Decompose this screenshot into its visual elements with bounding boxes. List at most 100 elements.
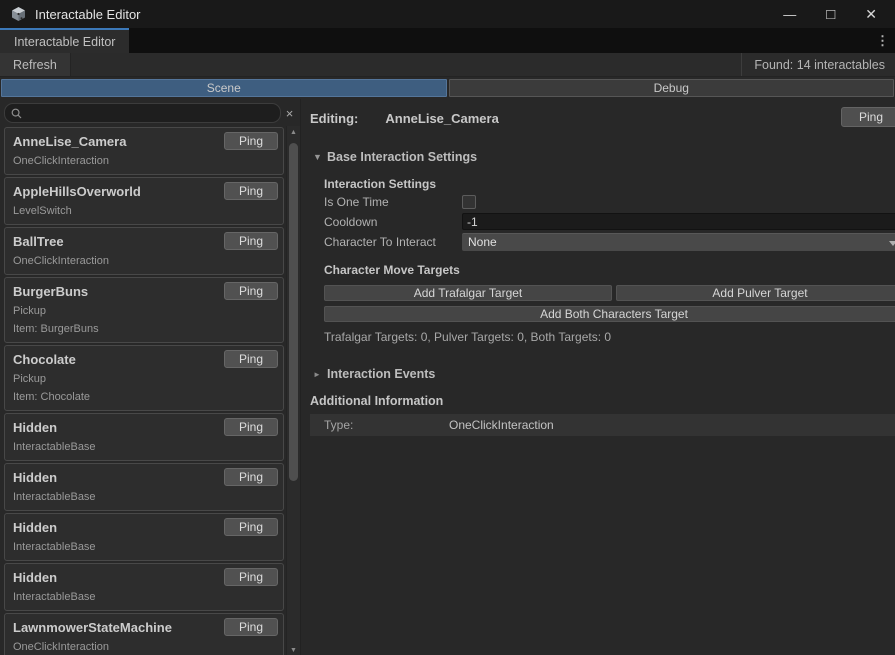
list-item[interactable]: LawnmowerStateMachine Ping OneClickInter…	[4, 613, 284, 655]
ping-label: Ping	[239, 520, 263, 534]
interaction-settings-header: Interaction Settings	[324, 177, 895, 191]
ping-label: Ping	[239, 620, 263, 634]
scroll-up-icon[interactable]: ▲	[287, 126, 300, 139]
dock-tab-strip: Interactable Editor ⋮	[0, 28, 895, 53]
list-item-ping-button[interactable]: Ping	[224, 468, 278, 486]
ping-label: Ping	[239, 184, 263, 198]
dock-tab-interactable-editor[interactable]: Interactable Editor	[0, 28, 129, 53]
ping-label: Ping	[239, 352, 263, 366]
interactable-list: AnneLise_Camera Ping OneClickInteraction…	[0, 126, 286, 655]
events-foldout-label: Interaction Events	[327, 367, 435, 381]
character-to-interact-dropdown[interactable]: None	[462, 233, 895, 251]
list-item-type: Pickup	[13, 373, 275, 386]
editing-ping-label: Ping	[859, 110, 883, 124]
search-icon	[11, 108, 22, 119]
editing-target-name: AnneLise_Camera	[385, 111, 498, 126]
editor-panel: Editing: AnneLise_Camera Ping ▼ Base Int…	[301, 99, 895, 655]
list-item[interactable]: BurgerBuns Ping Pickup Item: BurgerBuns	[4, 277, 284, 343]
character-to-interact-label: Character To Interact	[324, 235, 462, 249]
dropdown-arrow-icon	[889, 241, 895, 246]
ping-label: Ping	[239, 284, 263, 298]
tab-scene-label: Scene	[207, 81, 241, 95]
toolbar: Refresh Found: 14 interactables	[0, 53, 895, 77]
type-label: Type:	[324, 418, 449, 432]
list-item[interactable]: Hidden Ping InteractableBase	[4, 513, 284, 561]
is-one-time-label: Is One Time	[324, 195, 462, 209]
found-count-label: Found: 14 interactables	[741, 53, 895, 76]
list-item-ping-button[interactable]: Ping	[224, 568, 278, 586]
list-item-ping-button[interactable]: Ping	[224, 418, 278, 436]
list-item[interactable]: Hidden Ping InteractableBase	[4, 463, 284, 511]
base-interaction-settings-foldout[interactable]: ▼ Base Interaction Settings	[313, 150, 895, 164]
list-item[interactable]: AppleHillsOverworld Ping LevelSwitch	[4, 177, 284, 225]
editing-label: Editing:	[310, 111, 358, 126]
type-value: OneClickInteraction	[449, 418, 554, 432]
refresh-label: Refresh	[13, 58, 57, 72]
ping-label: Ping	[239, 134, 263, 148]
list-item-ping-button[interactable]: Ping	[224, 618, 278, 636]
list-item-type: InteractableBase	[13, 441, 275, 454]
character-move-targets-header: Character Move Targets	[324, 263, 895, 277]
search-row: ×	[0, 99, 300, 126]
ping-label: Ping	[239, 234, 263, 248]
list-scrollbar[interactable]: ▲ ▼	[286, 126, 300, 655]
maximize-icon[interactable]: □	[826, 7, 835, 22]
scrollbar-track[interactable]	[287, 139, 300, 644]
is-one-time-checkbox[interactable]	[462, 195, 476, 209]
list-item[interactable]: BallTree Ping OneClickInteraction	[4, 227, 284, 275]
list-item-type: OneClickInteraction	[13, 255, 275, 268]
additional-information-header: Additional Information	[310, 394, 895, 408]
list-item-ping-button[interactable]: Ping	[224, 282, 278, 300]
cooldown-value: -1	[467, 215, 478, 229]
add-both-characters-target-button[interactable]: Add Both Characters Target	[324, 306, 895, 322]
list-item[interactable]: Chocolate Ping Pickup Item: Chocolate	[4, 345, 284, 411]
list-item-ping-button[interactable]: Ping	[224, 350, 278, 368]
search-clear-icon[interactable]: ×	[281, 104, 298, 122]
window-title: Interactable Editor	[35, 7, 141, 22]
list-item-type: OneClickInteraction	[13, 155, 275, 168]
list-item[interactable]: Hidden Ping InteractableBase	[4, 563, 284, 611]
unity-cube-icon	[10, 6, 27, 22]
cooldown-field[interactable]: -1	[462, 213, 895, 230]
refresh-button[interactable]: Refresh	[0, 53, 71, 76]
interaction-events-foldout[interactable]: ► Interaction Events	[313, 367, 895, 381]
tab-scene[interactable]: Scene	[1, 79, 447, 97]
list-item-ping-button[interactable]: Ping	[224, 182, 278, 200]
type-info-row: Type: OneClickInteraction	[310, 414, 895, 436]
foldout-closed-icon: ►	[313, 370, 321, 379]
list-item-type: OneClickInteraction	[13, 641, 275, 654]
ping-label: Ping	[239, 570, 263, 584]
minimize-icon[interactable]: —	[783, 8, 796, 21]
list-item[interactable]: AnneLise_Camera Ping OneClickInteraction	[4, 127, 284, 175]
add-both-label: Add Both Characters Target	[540, 307, 688, 321]
list-item-type: Pickup	[13, 305, 275, 318]
list-item-ping-button[interactable]: Ping	[224, 518, 278, 536]
view-tab-bar: Scene Debug	[0, 77, 895, 99]
list-item[interactable]: Hidden Ping InteractableBase	[4, 413, 284, 461]
scrollbar-thumb[interactable]	[289, 143, 298, 481]
add-trafalgar-target-button[interactable]: Add Trafalgar Target	[324, 285, 612, 301]
add-pulver-label: Add Pulver Target	[712, 286, 807, 300]
ping-label: Ping	[239, 470, 263, 484]
tab-debug[interactable]: Debug	[449, 79, 895, 97]
list-item-extra: Item: BurgerBuns	[13, 323, 275, 336]
scroll-down-icon[interactable]: ▼	[287, 644, 300, 655]
list-item-ping-button[interactable]: Ping	[224, 132, 278, 150]
dock-tab-label: Interactable Editor	[14, 35, 115, 49]
close-icon[interactable]: ✕	[865, 7, 877, 21]
ping-label: Ping	[239, 420, 263, 434]
base-foldout-label: Base Interaction Settings	[327, 150, 477, 164]
list-item-ping-button[interactable]: Ping	[224, 232, 278, 250]
window-menu-icon[interactable]: ⋮	[870, 28, 895, 53]
tab-debug-label: Debug	[654, 81, 689, 95]
character-dropdown-value: None	[468, 235, 497, 249]
list-item-type: InteractableBase	[13, 491, 275, 504]
search-input[interactable]	[26, 106, 274, 120]
search-field[interactable]	[4, 103, 281, 123]
add-trafalgar-label: Add Trafalgar Target	[414, 286, 523, 300]
list-item-type: InteractableBase	[13, 541, 275, 554]
editing-ping-button[interactable]: Ping	[841, 107, 895, 127]
window-titlebar: Interactable Editor — □ ✕	[0, 0, 895, 28]
add-pulver-target-button[interactable]: Add Pulver Target	[616, 285, 895, 301]
list-item-type: LevelSwitch	[13, 205, 275, 218]
